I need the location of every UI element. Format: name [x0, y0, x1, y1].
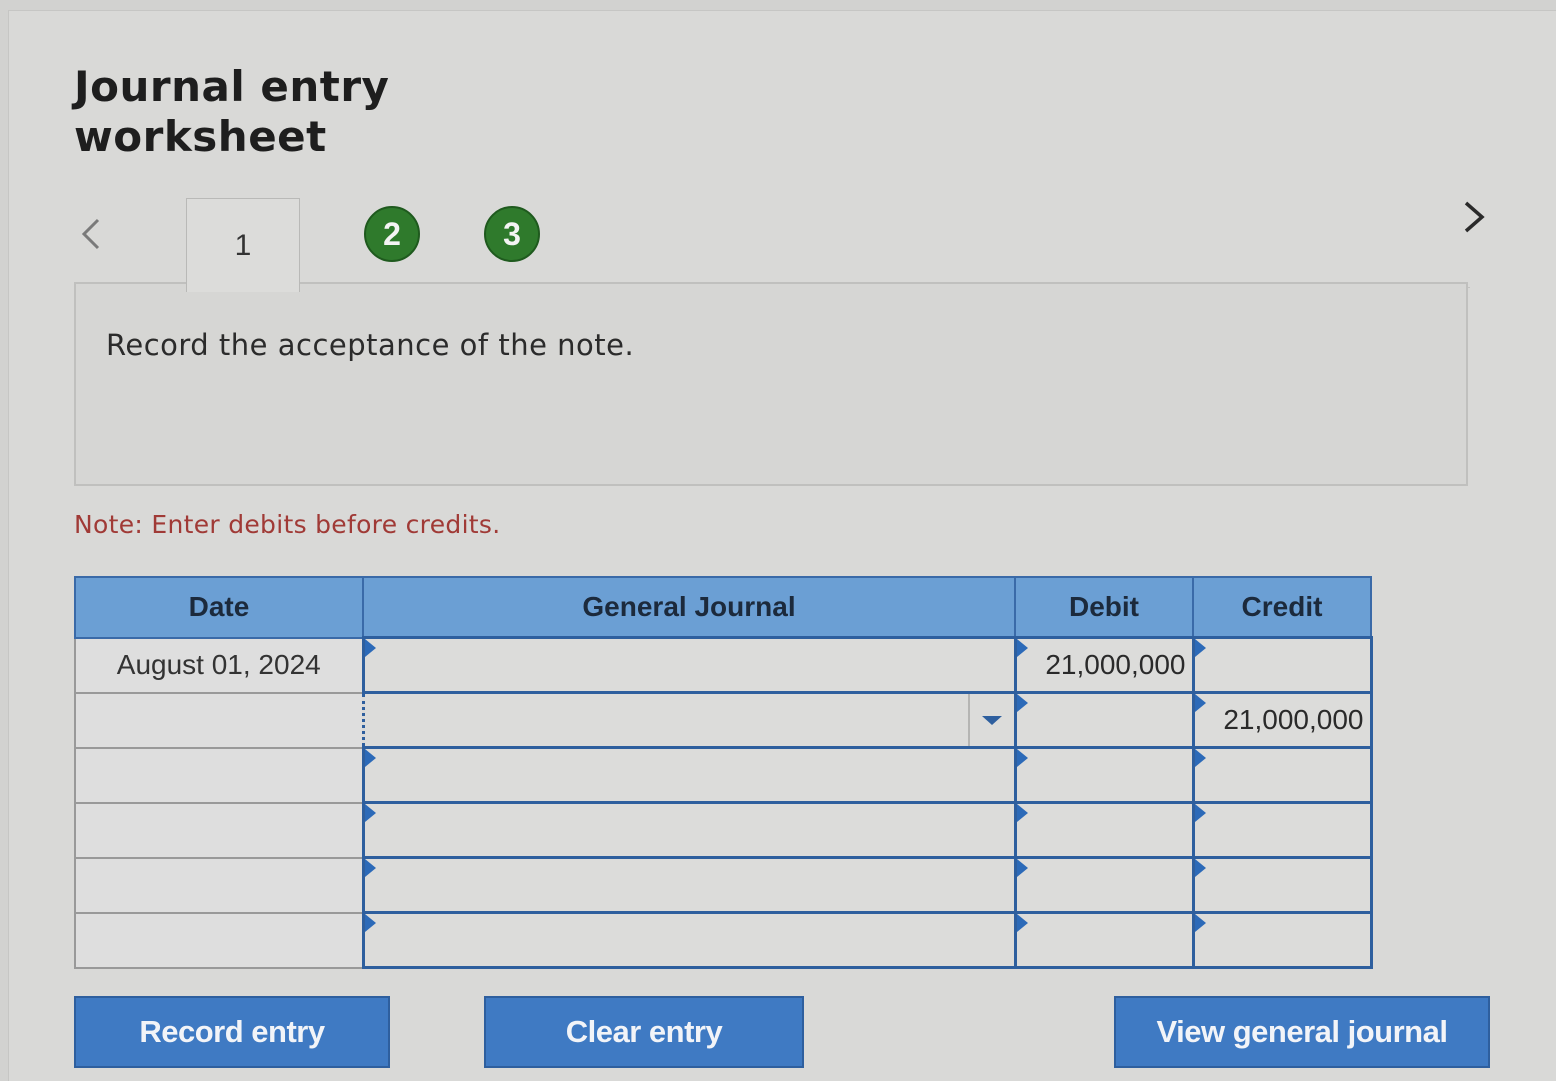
- credit-input[interactable]: [1191, 911, 1373, 969]
- cell-flag-icon: [1194, 804, 1206, 822]
- journal-header-row: Date General Journal Debit Credit: [74, 576, 1372, 639]
- title-line-1: Journal entry: [74, 62, 390, 111]
- cell-flag-icon: [364, 914, 376, 932]
- date-cell[interactable]: [74, 801, 364, 859]
- account-input[interactable]: [361, 746, 1017, 804]
- credit-column-header: Credit: [1192, 576, 1372, 639]
- cell-flag-icon: [364, 859, 376, 877]
- date-cell[interactable]: August 01, 2024: [74, 636, 364, 694]
- general-journal-column-header: General Journal: [362, 576, 1016, 639]
- cell-flag-icon: [1016, 804, 1028, 822]
- cell-flag-icon: [1194, 914, 1206, 932]
- account-input[interactable]: [361, 801, 1017, 859]
- instruction-box: Record the acceptance of the note.: [74, 282, 1468, 486]
- note-text: Note: Enter debits before credits.: [74, 510, 501, 539]
- cell-flag-icon: [1194, 859, 1206, 877]
- instruction-text: Record the acceptance of the note.: [106, 328, 635, 362]
- account-input[interactable]: [361, 856, 1017, 914]
- cell-flag-icon: [364, 639, 376, 657]
- credit-input[interactable]: 21,000,000: [1191, 691, 1373, 749]
- cell-flag-icon: [1194, 749, 1206, 767]
- table-row: [74, 856, 1373, 914]
- cell-flag-icon: [1016, 639, 1028, 657]
- date-cell[interactable]: [74, 746, 364, 804]
- cell-flag-icon: [364, 804, 376, 822]
- account-select[interactable]: [361, 691, 1017, 749]
- clear-entry-button[interactable]: Clear entry: [484, 996, 804, 1068]
- debit-column-header: Debit: [1014, 576, 1194, 639]
- credit-input[interactable]: [1191, 801, 1373, 859]
- title-line-2: worksheet: [74, 112, 327, 161]
- cell-flag-icon: [1016, 914, 1028, 932]
- debit-input[interactable]: [1013, 801, 1195, 859]
- debit-input[interactable]: [1013, 911, 1195, 969]
- date-cell[interactable]: [74, 911, 364, 969]
- journal-table: Date General Journal Debit Credit August…: [74, 576, 1373, 969]
- credit-input[interactable]: [1191, 636, 1373, 694]
- date-column-header: Date: [74, 576, 364, 639]
- date-cell[interactable]: [74, 691, 364, 749]
- date-cell[interactable]: [74, 856, 364, 914]
- table-row: [74, 801, 1373, 859]
- record-entry-button[interactable]: Record entry: [74, 996, 390, 1068]
- credit-input[interactable]: [1191, 746, 1373, 804]
- cell-flag-icon: [364, 749, 376, 767]
- chevron-left-icon[interactable]: [72, 214, 112, 254]
- tab-1[interactable]: 1: [186, 198, 300, 292]
- table-row: 21,000,000: [74, 691, 1373, 749]
- tab-2[interactable]: 2: [364, 206, 420, 262]
- account-input[interactable]: [361, 636, 1017, 694]
- cell-flag-icon: [1194, 694, 1206, 712]
- page-title: Journal entry worksheet: [74, 62, 389, 162]
- debit-input[interactable]: [1013, 691, 1195, 749]
- cell-flag-icon: [1016, 749, 1028, 767]
- cell-flag-icon: [1016, 694, 1028, 712]
- cell-flag-icon: [1016, 859, 1028, 877]
- debit-input[interactable]: [1013, 856, 1195, 914]
- view-general-journal-button[interactable]: View general journal: [1114, 996, 1490, 1068]
- account-input[interactable]: [361, 911, 1017, 969]
- table-row: [74, 746, 1373, 804]
- debit-input[interactable]: 21,000,000: [1013, 636, 1195, 694]
- cell-flag-icon: [1194, 639, 1206, 657]
- chevron-right-icon[interactable]: [1454, 197, 1494, 237]
- chevron-down-icon: [981, 715, 1002, 725]
- dropdown-button[interactable]: [967, 694, 1014, 746]
- table-row: [74, 911, 1373, 969]
- debit-input[interactable]: [1013, 746, 1195, 804]
- table-row: August 01, 2024 21,000,000: [74, 636, 1373, 694]
- credit-input[interactable]: [1191, 856, 1373, 914]
- tab-3[interactable]: 3: [484, 206, 540, 262]
